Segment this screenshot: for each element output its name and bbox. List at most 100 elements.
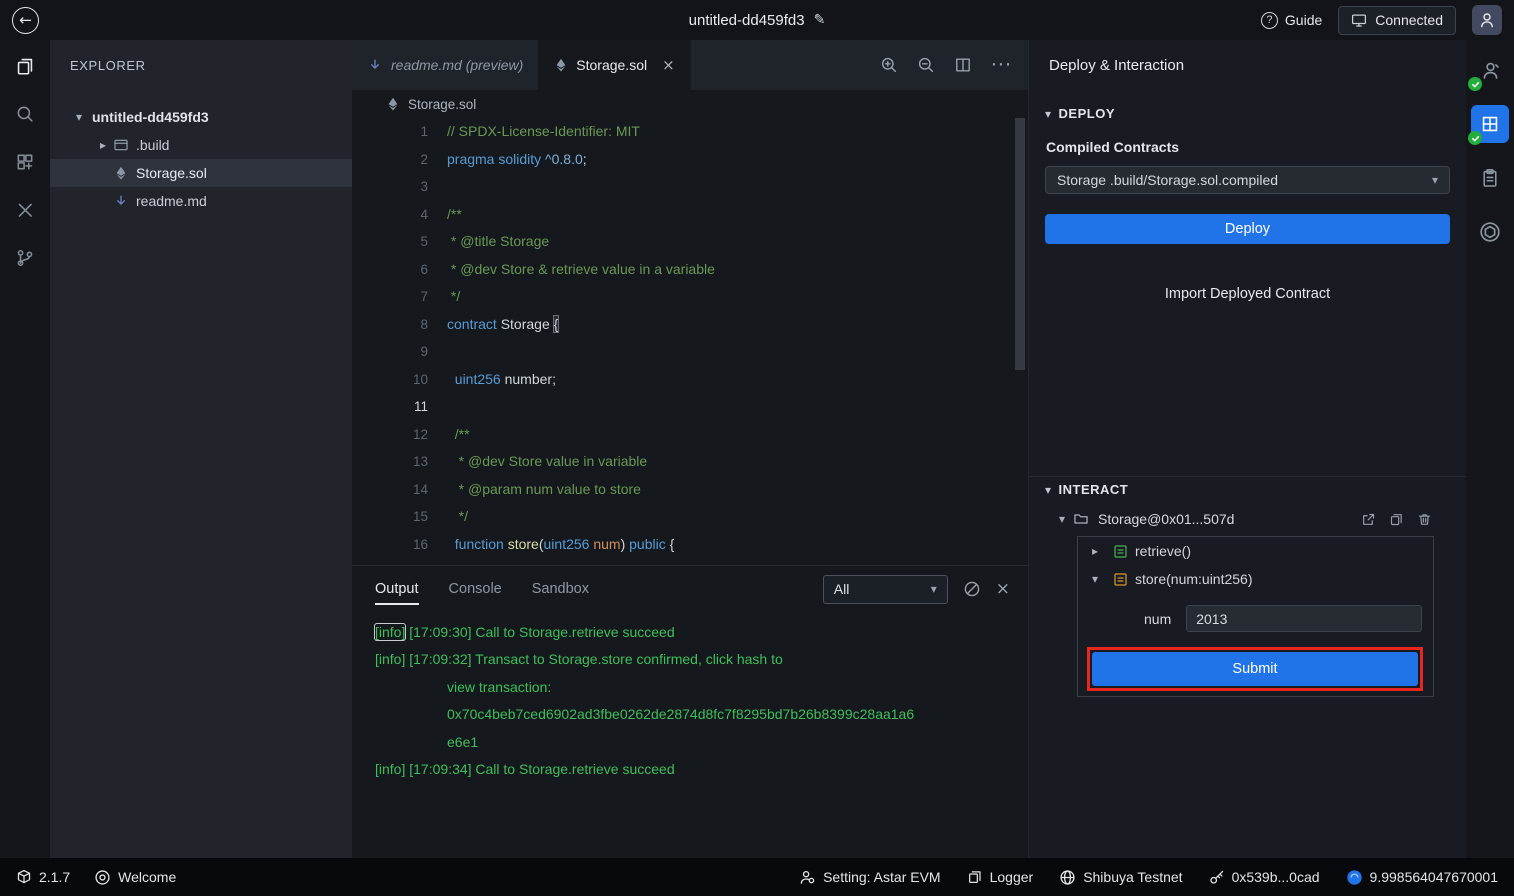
chevron-down-icon: ▾ bbox=[1045, 107, 1052, 121]
log-text: [17:09:32] Transact to Storage.store con… bbox=[405, 651, 782, 667]
flattener-icon[interactable] bbox=[1471, 159, 1509, 197]
method-list: ▸retrieve()▾store(num:uint256) bbox=[1078, 537, 1433, 593]
ide-window: ← untitled-dd459fd3 ✎ ? Guide Connected … bbox=[0, 0, 1514, 896]
chevron-down-icon: ▾ bbox=[1059, 512, 1065, 526]
activity-bar bbox=[0, 40, 50, 858]
code-line: 6 * @dev Store & retrieve value in a var… bbox=[352, 256, 1028, 284]
openai-icon[interactable] bbox=[1471, 213, 1509, 251]
line-content: pragma solidity ^0.8.0; bbox=[428, 151, 587, 168]
files-icon[interactable] bbox=[15, 54, 35, 78]
line-number: 10 bbox=[352, 372, 428, 387]
markdown-icon bbox=[367, 57, 383, 73]
submit-button[interactable]: Submit bbox=[1092, 652, 1418, 686]
line-content: /** bbox=[428, 426, 470, 443]
close-panel-icon[interactable]: × bbox=[996, 579, 1010, 599]
panel-tab-output[interactable]: Output bbox=[375, 566, 419, 612]
compiled-contract-select[interactable]: Storage .build/Storage.sol.compiled ▾ bbox=[1045, 166, 1450, 194]
guide-button[interactable]: ? Guide bbox=[1261, 12, 1322, 29]
back-button[interactable]: ← bbox=[12, 7, 39, 34]
status-label: Shibuya Testnet bbox=[1083, 869, 1182, 885]
deploy-button[interactable]: Deploy bbox=[1045, 214, 1450, 244]
code-lines: 1// SPDX-License-Identifier: MIT2pragma … bbox=[352, 118, 1028, 558]
trash-icon[interactable] bbox=[1417, 512, 1432, 527]
tree-root[interactable]: ▾untitled-dd459fd3 bbox=[50, 103, 352, 131]
open-external-icon[interactable] bbox=[1361, 512, 1376, 527]
breadcrumb[interactable]: Storage.sol bbox=[352, 90, 1028, 118]
code-editor[interactable]: 1// SPDX-License-Identifier: MIT2pragma … bbox=[352, 118, 1028, 565]
contract-instance-label: Storage@0x01...507d bbox=[1098, 511, 1234, 527]
deploy-section-header[interactable]: ▾ DEPLOY bbox=[1045, 106, 1115, 121]
status-address[interactable]: 0x539b...0cad bbox=[1209, 869, 1320, 886]
compiler-icon[interactable] bbox=[1471, 51, 1509, 89]
log-filter-select[interactable]: All ▾ bbox=[823, 575, 948, 604]
interact-methods-box: ▸retrieve()▾store(num:uint256) num Submi… bbox=[1077, 536, 1434, 697]
breadcrumb-file: Storage.sol bbox=[408, 97, 476, 112]
tab-label: readme.md (preview) bbox=[391, 57, 523, 73]
edit-title-icon[interactable]: ✎ bbox=[814, 12, 826, 28]
avatar[interactable] bbox=[1472, 5, 1502, 35]
interact-section-header[interactable]: ▾ INTERACT bbox=[1045, 482, 1128, 497]
close-tab-icon[interactable]: × bbox=[662, 56, 675, 74]
code-line: 12 /** bbox=[352, 421, 1028, 449]
chevron-right-icon: ▸ bbox=[94, 138, 112, 152]
code-line: 8contract Storage { bbox=[352, 311, 1028, 339]
param-input[interactable] bbox=[1186, 605, 1422, 632]
status-setting[interactable]: Setting: Astar EVM bbox=[799, 869, 941, 886]
panel-tab-console[interactable]: Console bbox=[449, 566, 502, 612]
explorer-header: EXPLORER bbox=[50, 40, 352, 90]
code-line: 5 * @title Storage bbox=[352, 228, 1028, 256]
line-number: 12 bbox=[352, 427, 428, 442]
status-network[interactable]: Shibuya Testnet bbox=[1059, 869, 1182, 886]
editor-scrollbar[interactable] bbox=[1015, 118, 1025, 370]
search-icon[interactable] bbox=[15, 102, 35, 126]
package-icon bbox=[16, 869, 32, 885]
method-icon bbox=[1114, 545, 1127, 558]
panel-tab-sandbox[interactable]: Sandbox bbox=[532, 566, 589, 612]
clear-output-icon[interactable] bbox=[963, 580, 981, 598]
connected-button[interactable]: Connected bbox=[1338, 6, 1456, 35]
globe-icon bbox=[1059, 869, 1076, 886]
status-welcome[interactable]: Welcome bbox=[94, 869, 176, 886]
split-editor-icon[interactable] bbox=[954, 56, 972, 74]
plugin-icon[interactable] bbox=[15, 150, 35, 174]
zoom-out-icon[interactable] bbox=[917, 56, 935, 74]
person-icon bbox=[1478, 11, 1496, 29]
file-readme-md[interactable]: readme.md bbox=[50, 187, 352, 215]
file-storage-sol[interactable]: Storage.sol bbox=[50, 159, 352, 187]
line-content: * @dev Store & retrieve value in a varia… bbox=[428, 261, 715, 278]
line-content: * @dev Store value in variable bbox=[428, 453, 647, 470]
tools-icon[interactable] bbox=[15, 198, 35, 222]
compiled-contracts-label: Compiled Contracts bbox=[1046, 139, 1179, 155]
import-deployed-contract-link[interactable]: Import Deployed Contract bbox=[1029, 286, 1466, 302]
git-branch-icon[interactable] bbox=[15, 246, 35, 270]
solidity-icon bbox=[112, 165, 129, 181]
tab-label: Storage.sol bbox=[576, 57, 647, 73]
tab-storage-sol[interactable]: Storage.sol × bbox=[539, 40, 690, 90]
contract-instance-row[interactable]: ▾ Storage@0x01...507d bbox=[1059, 505, 1432, 533]
code-line: 14 * @param num value to store bbox=[352, 476, 1028, 504]
main-area: EXPLORER ▾untitled-dd459fd3▸.buildStorag… bbox=[0, 40, 1514, 858]
method-store-num-uint256[interactable]: ▾store(num:uint256) bbox=[1078, 565, 1433, 593]
right-toolbar bbox=[1466, 40, 1514, 858]
tab-readme-md-preview[interactable]: readme.md (preview) bbox=[352, 40, 539, 90]
deploy-interaction-icon[interactable] bbox=[1471, 105, 1509, 143]
status-balance[interactable]: 9.998564047670001 bbox=[1346, 869, 1498, 886]
file-build[interactable]: ▸.build bbox=[50, 131, 352, 159]
solidity-icon bbox=[386, 96, 400, 112]
method-retrieve[interactable]: ▸retrieve() bbox=[1078, 537, 1433, 565]
chevron-down-icon: ▾ bbox=[1045, 483, 1052, 497]
markdown-icon bbox=[112, 193, 129, 209]
root-label: untitled-dd459fd3 bbox=[92, 109, 209, 125]
zoom-in-icon[interactable] bbox=[880, 56, 898, 74]
log-text: [17:09:34] Call to Storage.retrieve succ… bbox=[405, 761, 674, 777]
log-level: [info] bbox=[375, 651, 405, 667]
project-title: untitled-dd459fd3 bbox=[689, 12, 805, 29]
chevron-right-icon: ▸ bbox=[1092, 544, 1106, 558]
status-logger[interactable]: Logger bbox=[967, 869, 1034, 886]
status-version[interactable]: 2.1.7 bbox=[16, 869, 70, 886]
contract-actions bbox=[1361, 512, 1432, 527]
copy-icon[interactable] bbox=[1389, 512, 1404, 527]
statusbar-left: 2.1.7 Welcome bbox=[16, 869, 176, 886]
submit-highlight-annotation: Submit bbox=[1087, 647, 1423, 691]
more-actions-icon[interactable]: ··· bbox=[991, 54, 1012, 76]
